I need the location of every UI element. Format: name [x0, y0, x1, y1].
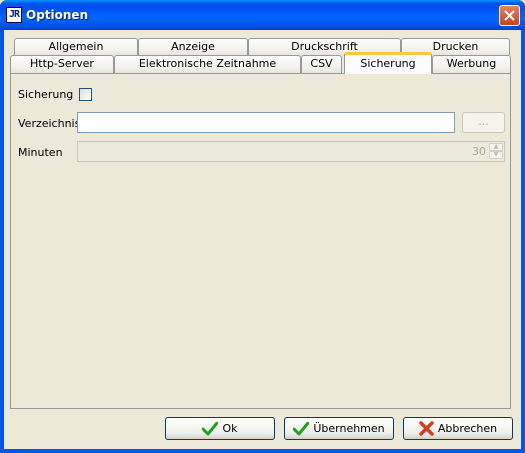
cancel-button[interactable]: Abbrechen [403, 417, 513, 440]
tab-werbung[interactable]: Werbung [432, 55, 511, 73]
verzeichnis-label: Verzeichnis [18, 117, 81, 130]
dialog-body: Allgemein Anzeige Druckschrift Drucken H… [4, 30, 521, 449]
ok-label: Ok [222, 422, 238, 435]
tab-sicherung[interactable]: Sicherung [344, 52, 432, 74]
close-button[interactable] [499, 5, 520, 26]
ok-button[interactable]: Ok [165, 417, 275, 440]
tab-anzeige[interactable]: Anzeige [138, 38, 248, 55]
sicherung-checkbox[interactable] [79, 88, 92, 101]
sicherung-label: Sicherung [18, 88, 74, 101]
minuten-value: 30 [472, 145, 486, 158]
browse-button[interactable]: ... [462, 112, 505, 133]
spinner-arrows[interactable]: ▲ ▼ [489, 143, 503, 160]
spin-down-icon[interactable]: ▼ [489, 151, 503, 159]
tab-elektronische-zeitnahme[interactable]: Elektronische Zeitnahme [114, 55, 301, 73]
tab-panel-sicherung: Sicherung Verzeichnis ... Minuten 30 ▲ ▼ [10, 73, 511, 409]
cancel-x-icon [419, 421, 434, 436]
checkmark-icon [293, 421, 310, 435]
window-title: Optionen [26, 8, 89, 22]
tab-allgemein[interactable]: Allgemein [14, 38, 138, 55]
apply-label: Übernehmen [313, 422, 385, 435]
app-icon: JR [6, 7, 22, 23]
title-bar[interactable]: JR Optionen [0, 0, 525, 30]
verzeichnis-input[interactable] [77, 112, 455, 133]
tab-csv[interactable]: CSV [301, 55, 342, 73]
cancel-label: Abbrechen [437, 422, 498, 435]
minuten-spinner[interactable]: 30 ▲ ▼ [77, 141, 505, 162]
tab-http-server[interactable]: Http-Server [10, 55, 114, 73]
spin-up-icon[interactable]: ▲ [489, 143, 503, 151]
close-icon [504, 10, 515, 21]
checkmark-icon [202, 421, 219, 435]
minuten-label: Minuten [18, 146, 63, 159]
apply-button[interactable]: Übernehmen [284, 417, 394, 440]
options-dialog: JR Optionen Allgemein Anzeige Druckschri… [0, 0, 525, 453]
